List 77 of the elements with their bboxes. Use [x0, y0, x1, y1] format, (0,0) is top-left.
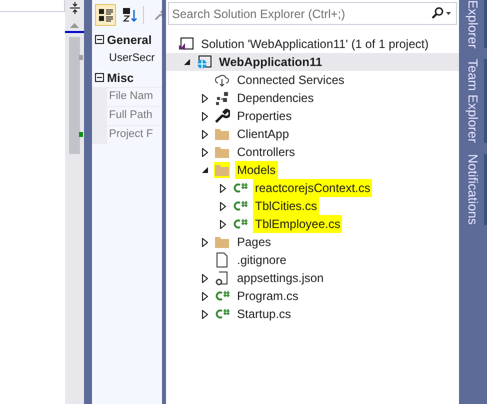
dependencies-icon [214, 90, 230, 106]
collapsed-arrow-icon[interactable] [202, 292, 208, 300]
property-name[interactable]: File Nam [107, 88, 162, 106]
search-field[interactable]: Search Solution Explorer (Ctrl+;) [168, 2, 457, 25]
item-label: appsettings.json [236, 270, 325, 287]
item-label: WebApplication11 [218, 54, 324, 71]
tree-item[interactable]: Startup.cs [166, 305, 459, 323]
item-label: reactcorejsContext.cs [253, 179, 372, 197]
tree-item[interactable]: reactcorejsContext.cs [166, 179, 459, 197]
property-name[interactable]: UserSecr [107, 50, 155, 68]
collapsed-arrow-icon[interactable] [202, 148, 208, 156]
side-tab[interactable]: Explorer [463, 0, 487, 48]
side-tab[interactable]: Team Explorer [463, 59, 487, 144]
item-label: Connected Services [236, 72, 346, 89]
caret-marker [65, 31, 84, 33]
item-label: TblCities.cs [253, 197, 320, 215]
folder-icon [214, 144, 230, 160]
solution-icon [178, 36, 194, 52]
collapsed-arrow-icon[interactable] [202, 112, 208, 120]
category-header[interactable]: Misc [107, 68, 134, 86]
collapse-icon[interactable] [95, 73, 104, 82]
item-label: Program.cs [236, 288, 300, 305]
tree-item[interactable]: Program.cs [166, 287, 459, 305]
item-label: Models [235, 161, 278, 179]
item-label: Solution 'WebApplication11' (1 of 1 project) [200, 36, 430, 53]
tree-item[interactable]: Dependencies [166, 89, 459, 107]
categorized-icon [98, 7, 114, 23]
folder-icon [214, 162, 230, 178]
folder-icon [214, 126, 230, 142]
item-label: Pages [236, 234, 272, 251]
settings-file-icon [214, 270, 230, 286]
expanded-arrow-icon[interactable] [202, 166, 208, 174]
change-mark [79, 132, 83, 137]
tree-item[interactable]: Models [166, 161, 459, 179]
sort-az-icon [122, 7, 138, 23]
collapsed-arrow-icon[interactable] [220, 184, 226, 192]
item-label: Controllers [236, 144, 296, 161]
tree-item[interactable]: Properties [166, 107, 459, 125]
collapsed-arrow-icon[interactable] [202, 310, 208, 318]
collapsed-arrow-icon[interactable] [202, 274, 208, 282]
tree-item[interactable]: Connected Services [166, 71, 459, 89]
tree-item[interactable]: TblCities.cs [166, 197, 459, 215]
collapse-icon[interactable] [95, 35, 104, 44]
item-label: Properties [236, 108, 293, 125]
split-icon[interactable] [68, 1, 82, 15]
item-label: .gitignore [236, 252, 288, 269]
tree-item[interactable]: .gitignore [166, 251, 459, 269]
wrench-icon [214, 108, 230, 124]
categorized-button[interactable] [95, 4, 116, 26]
item-label: TblEmployee.cs [253, 215, 342, 233]
collapsed-arrow-icon[interactable] [202, 94, 208, 102]
web-project-icon [196, 54, 212, 70]
property-name[interactable]: Project F [107, 126, 162, 144]
tree-item[interactable]: Solution 'WebApplication11' (1 of 1 project) [166, 35, 459, 53]
search-icon[interactable] [430, 7, 452, 19]
category-header[interactable]: General [107, 30, 152, 48]
expanded-arrow-icon[interactable] [184, 58, 190, 66]
collapsed-arrow-icon[interactable] [202, 238, 208, 246]
collapsed-arrow-icon[interactable] [220, 202, 226, 210]
scrollbar-thumb[interactable] [69, 37, 80, 154]
collapsed-arrow-icon[interactable] [220, 220, 226, 228]
change-mark [79, 55, 83, 60]
item-label: Startup.cs [236, 306, 292, 323]
tree-item[interactable]: appsettings.json [166, 269, 459, 287]
item-label: ClientApp [236, 126, 290, 143]
collapsed-arrow-icon[interactable] [202, 130, 208, 138]
tree-item[interactable]: WebApplication11 [166, 53, 459, 71]
folder-icon [214, 234, 230, 250]
tree-item[interactable]: ClientApp [166, 125, 459, 143]
item-label: Dependencies [236, 90, 315, 107]
property-name[interactable]: Full Path [107, 106, 162, 124]
cloud-icon [214, 72, 230, 88]
tree-item[interactable]: Controllers [166, 143, 459, 161]
tree-item[interactable]: TblEmployee.cs [166, 215, 459, 233]
file-icon [214, 252, 230, 268]
tree-item[interactable]: Pages [166, 233, 459, 251]
side-tab[interactable]: Notifications [463, 154, 487, 226]
